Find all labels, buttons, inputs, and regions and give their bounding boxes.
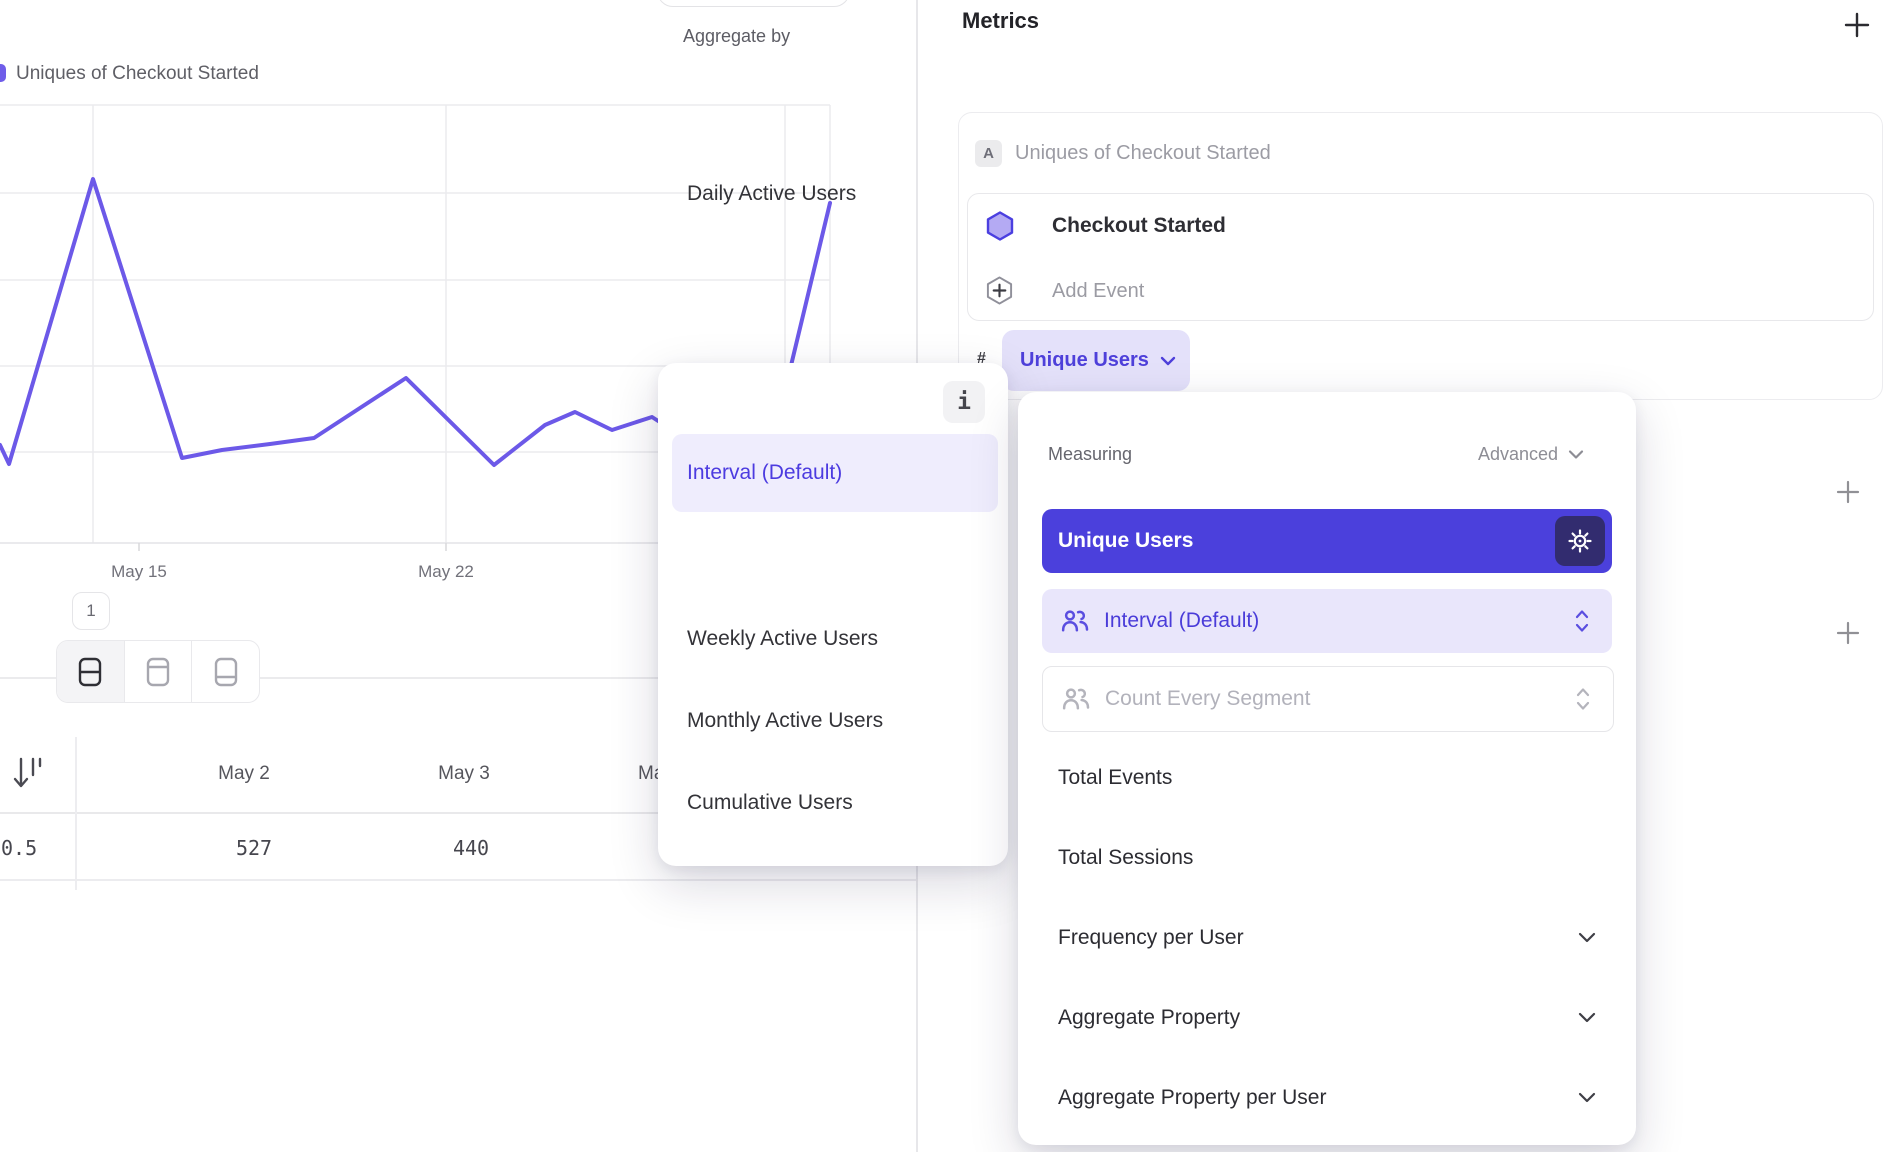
measuring-option-expandable[interactable]: Aggregate Property per User (1058, 1086, 1326, 1110)
x-tick-label: May 15 (94, 562, 184, 582)
gear-icon (1567, 528, 1593, 554)
measuring-menu: Measuring Advanced Unique Users Interval… (1018, 392, 1636, 1145)
measuring-option-label: Unique Users (1058, 529, 1193, 553)
table-row-label: 0.5 (1, 836, 37, 860)
measuring-option-expandable[interactable]: Frequency per User (1058, 926, 1244, 950)
layout-toggle-bottom[interactable] (192, 641, 259, 702)
info-icon-glyph: i (957, 389, 971, 415)
measurement-chip[interactable]: Unique Users (1002, 330, 1190, 391)
metric-letter-badge: A (975, 140, 1002, 167)
table-cell[interactable]: 440 (411, 836, 531, 860)
add-breakdown-icon[interactable] (1836, 621, 1860, 645)
footer-bottom-icon (214, 657, 238, 687)
layout-toggle-group (56, 640, 260, 703)
info-icon[interactable]: i (943, 381, 985, 423)
add-metric-icon[interactable] (1842, 10, 1872, 40)
menu-item[interactable]: Monthly Active Users (687, 709, 883, 733)
measuring-option-expandable[interactable]: Aggregate Property (1058, 1006, 1240, 1030)
menu-item-label: Interval (Default) (687, 461, 842, 485)
people-icon (1060, 609, 1090, 634)
menu-item[interactable]: Weekly Active Users (687, 627, 878, 651)
menu-item-selected[interactable]: Interval (Default) (672, 434, 998, 512)
measuring-option[interactable]: Total Sessions (1058, 846, 1193, 870)
header-top-icon (146, 657, 170, 687)
chevron-down-icon (1159, 355, 1177, 367)
event-card: Checkout Started Add Event (967, 193, 1874, 321)
table-column-divider (75, 737, 77, 890)
chevron-down-icon[interactable] (1577, 1091, 1597, 1104)
layout-toggle-split[interactable] (57, 641, 125, 702)
chevron-down-icon (1568, 449, 1584, 460)
add-event-hexagon-icon[interactable] (985, 276, 1014, 305)
table-col-header[interactable]: May 2 (164, 763, 324, 785)
measuring-option-selected[interactable]: Unique Users (1042, 509, 1612, 573)
sort-icon[interactable] (12, 755, 44, 791)
series-page-label: 1 (86, 601, 95, 621)
aggregate-by-menu: Aggregate by i Interval (Default) Daily … (658, 363, 1008, 866)
advanced-label: Advanced (1478, 444, 1558, 465)
x-tick-label: May 22 (401, 562, 491, 582)
measuring-title: Measuring (1048, 444, 1132, 465)
up-down-chevrons-icon (1575, 686, 1591, 712)
menu-item[interactable]: Cumulative Users (687, 791, 853, 815)
segmentation-selector[interactable]: Interval (Default) (1042, 589, 1612, 653)
rows-split-icon (78, 657, 102, 687)
people-icon (1061, 687, 1091, 712)
menu-item[interactable]: Daily Active Users (687, 182, 856, 206)
app-screen: { "legend": { "label": "Uniques of Check… (0, 0, 1898, 1152)
table-cell[interactable]: 527 (194, 836, 314, 860)
metrics-panel-title: Metrics (962, 8, 1039, 34)
table-col-header[interactable]: May 3 (384, 763, 544, 785)
table-bottom-divider (0, 879, 916, 881)
add-event-label[interactable]: Add Event (1052, 280, 1144, 303)
chevron-down-icon[interactable] (1577, 931, 1597, 944)
segmentation-label: Interval (Default) (1104, 609, 1259, 633)
add-filter-icon[interactable] (1836, 480, 1860, 504)
gear-button[interactable] (1555, 516, 1605, 566)
event-name[interactable]: Checkout Started (1052, 214, 1226, 238)
segmentation-selector-disabled[interactable]: Count Every Segment (1042, 666, 1614, 732)
aggregate-menu-title: Aggregate by (683, 26, 790, 47)
chevron-down-icon[interactable] (1577, 1011, 1597, 1024)
measuring-option[interactable]: Total Events (1058, 766, 1172, 790)
measurement-chip-label: Unique Users (1020, 349, 1149, 372)
up-down-chevrons-icon (1574, 608, 1590, 634)
event-hexagon-icon (986, 211, 1014, 241)
advanced-toggle[interactable]: Advanced (1478, 444, 1584, 465)
layout-toggle-top[interactable] (125, 641, 193, 702)
metric-card-title[interactable]: Uniques of Checkout Started (1015, 142, 1271, 165)
segmentation-disabled-label: Count Every Segment (1105, 687, 1310, 711)
series-page-button[interactable]: 1 (72, 592, 110, 630)
